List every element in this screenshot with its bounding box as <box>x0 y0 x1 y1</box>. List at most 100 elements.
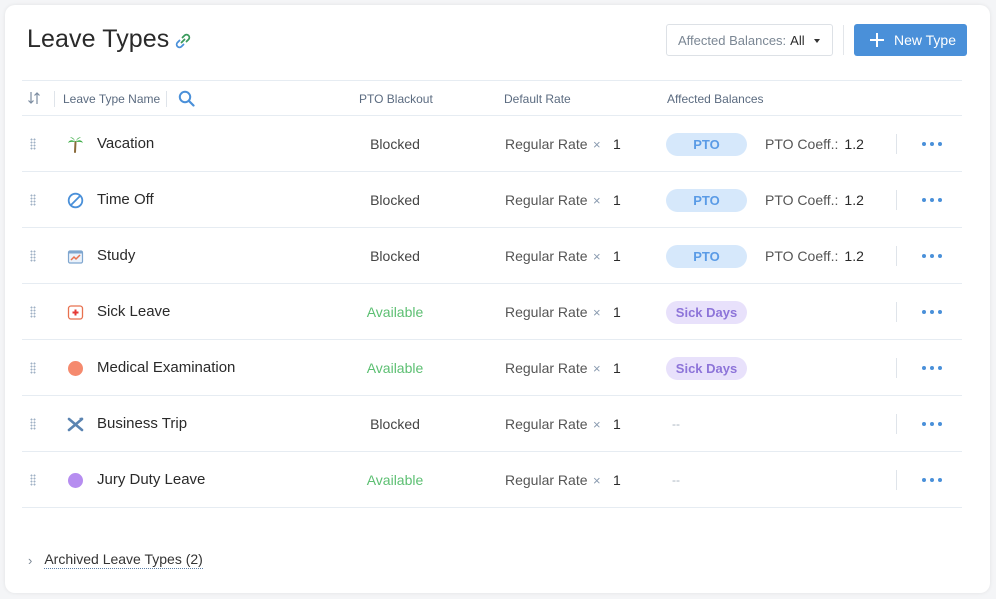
leave-type-name[interactable]: Jury Duty Leave <box>97 471 205 488</box>
pto-blackout-status: Available <box>366 472 424 488</box>
more-actions-icon[interactable] <box>922 136 942 152</box>
rate-multiplier: 1 <box>613 192 621 208</box>
column-header-name[interactable]: Leave Type Name <box>63 92 160 106</box>
pto-coefficient: PTO Coeff.: 1.2 <box>765 136 864 152</box>
default-rate: Regular Rate <box>505 192 588 208</box>
airplane-icon <box>67 416 84 433</box>
row-divider <box>896 470 897 490</box>
pto-blackout-status: Blocked <box>370 192 420 208</box>
affected-balances-filter[interactable]: Affected Balances: All <box>666 24 833 56</box>
pto-coefficient: PTO Coeff.: 1.2 <box>765 192 864 208</box>
leave-types-table: Leave Type Name PTO Blackout Default Rat… <box>22 80 962 508</box>
filter-value: All <box>790 32 805 48</box>
multiply-icon: × <box>593 305 601 320</box>
coeff-label: PTO Coeff.: <box>765 248 839 264</box>
table-row[interactable]: Vacation Blocked Regular Rate × 1 PTO PT… <box>22 116 962 172</box>
rate-multiplier: 1 <box>613 360 621 376</box>
table-row[interactable]: Jury Duty Leave Available Regular Rate ×… <box>22 452 962 508</box>
pto-coefficient: PTO Coeff.: 1.2 <box>765 248 864 264</box>
pto-blackout-status: Available <box>366 304 424 320</box>
pto-blackout-status: Blocked <box>370 416 420 432</box>
multiply-icon: × <box>593 473 601 488</box>
archived-leave-types-toggle[interactable]: › Archived Leave Types (2) <box>28 551 203 569</box>
leave-type-name[interactable]: Study <box>97 247 135 264</box>
drag-handle-icon[interactable] <box>30 362 36 374</box>
multiply-icon: × <box>593 417 601 432</box>
table-row[interactable]: Time Off Blocked Regular Rate × 1 PTO PT… <box>22 172 962 228</box>
pto-blackout-status: Available <box>366 360 424 376</box>
balance-pill-pto: PTO <box>666 133 747 156</box>
default-rate: Regular Rate <box>505 416 588 432</box>
link-icon[interactable] <box>174 32 192 50</box>
balance-pill-pto: PTO <box>666 189 747 212</box>
purple-circle-icon <box>67 472 84 489</box>
more-actions-icon[interactable] <box>922 472 942 488</box>
table-row[interactable]: Study Blocked Regular Rate × 1 PTO PTO C… <box>22 228 962 284</box>
default-rate: Regular Rate <box>505 136 588 152</box>
pto-blackout-status: Blocked <box>370 136 420 152</box>
coeff-value: 1.2 <box>844 192 864 208</box>
more-actions-icon[interactable] <box>922 360 942 376</box>
default-rate: Regular Rate <box>505 472 588 488</box>
more-actions-icon[interactable] <box>922 416 942 432</box>
column-header-blackout: PTO Blackout <box>359 92 433 106</box>
rate-multiplier: 1 <box>613 472 621 488</box>
page-title: Leave Types <box>27 25 170 53</box>
coeff-value: 1.2 <box>844 248 864 264</box>
multiply-icon: × <box>593 137 601 152</box>
default-rate: Regular Rate <box>505 360 588 376</box>
drag-handle-icon[interactable] <box>30 306 36 318</box>
table-body: Vacation Blocked Regular Rate × 1 PTO PT… <box>22 116 962 508</box>
multiply-icon: × <box>593 361 601 376</box>
multiply-icon: × <box>593 193 601 208</box>
table-row[interactable]: Sick Leave Available Regular Rate × 1 Si… <box>22 284 962 340</box>
balance-empty: -- <box>672 417 680 431</box>
drag-handle-icon[interactable] <box>30 250 36 262</box>
drag-handle-icon[interactable] <box>30 194 36 206</box>
drag-handle-icon[interactable] <box>30 474 36 486</box>
palm-tree-icon <box>67 136 84 153</box>
table-row[interactable]: Medical Examination Available Regular Ra… <box>22 340 962 396</box>
header-separator <box>166 91 167 107</box>
more-actions-icon[interactable] <box>922 192 942 208</box>
balance-pill-sick-days: Sick Days <box>666 301 747 324</box>
rate-multiplier: 1 <box>613 304 621 320</box>
row-divider <box>896 190 897 210</box>
archived-label: Archived Leave Types (2) <box>44 551 203 569</box>
caret-down-icon <box>814 39 820 43</box>
drag-handle-icon[interactable] <box>30 138 36 150</box>
orange-circle-icon <box>67 360 84 377</box>
new-type-button[interactable]: New Type <box>854 24 967 56</box>
default-rate: Regular Rate <box>505 248 588 264</box>
chevron-right-icon: › <box>28 552 33 568</box>
header-divider <box>843 25 844 55</box>
filter-label: Affected Balances: <box>678 32 787 48</box>
leave-type-name[interactable]: Medical Examination <box>97 359 235 376</box>
default-rate: Regular Rate <box>505 304 588 320</box>
table-header: Leave Type Name PTO Blackout Default Rat… <box>22 80 962 116</box>
column-header-rate: Default Rate <box>504 92 571 106</box>
balance-empty: -- <box>672 473 680 487</box>
leave-type-name[interactable]: Business Trip <box>97 415 187 432</box>
row-divider <box>896 358 897 378</box>
medical-cross-icon <box>67 304 84 321</box>
leave-type-name[interactable]: Vacation <box>97 135 154 152</box>
more-actions-icon[interactable] <box>922 304 942 320</box>
chart-board-icon <box>67 248 84 265</box>
rate-multiplier: 1 <box>613 136 621 152</box>
leave-type-name[interactable]: Sick Leave <box>97 303 170 320</box>
coeff-label: PTO Coeff.: <box>765 136 839 152</box>
balance-pill-sick-days: Sick Days <box>666 357 747 380</box>
drag-handle-icon[interactable] <box>30 418 36 430</box>
table-row[interactable]: Business Trip Blocked Regular Rate × 1 -… <box>22 396 962 452</box>
sort-icon[interactable] <box>27 91 41 105</box>
pto-blackout-status: Blocked <box>370 248 420 264</box>
plus-icon <box>870 33 884 47</box>
row-divider <box>896 302 897 322</box>
leave-type-name[interactable]: Time Off <box>97 191 154 208</box>
rate-multiplier: 1 <box>613 248 621 264</box>
new-type-label: New Type <box>894 32 956 48</box>
search-icon[interactable] <box>178 90 195 107</box>
more-actions-icon[interactable] <box>922 248 942 264</box>
row-divider <box>896 134 897 154</box>
